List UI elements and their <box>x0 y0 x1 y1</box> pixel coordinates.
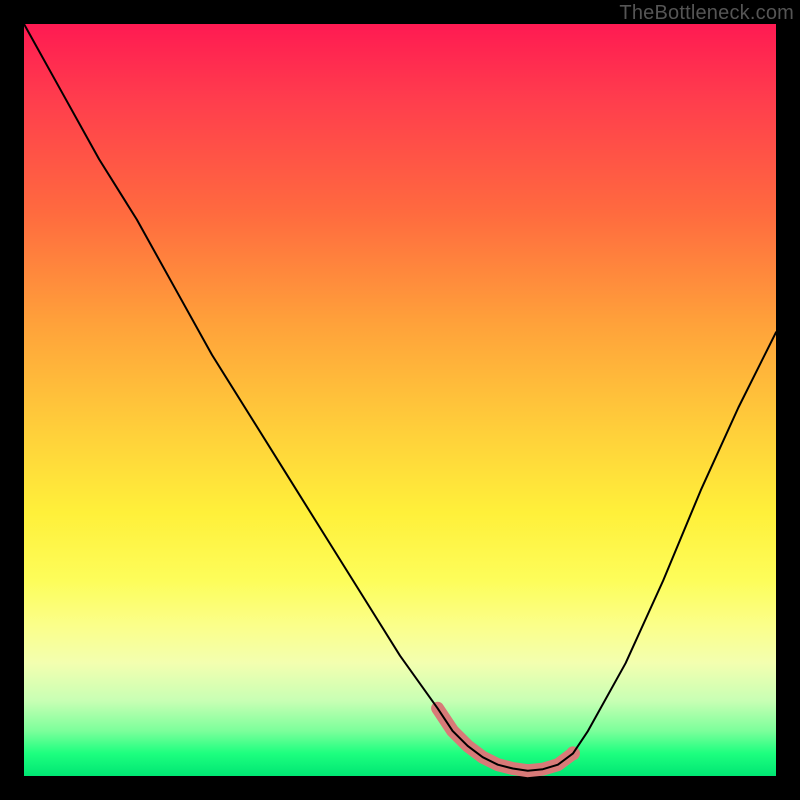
outer-frame: TheBottleneck.com <box>0 0 800 800</box>
bottleneck-curve <box>24 24 776 771</box>
curve-svg <box>24 24 776 776</box>
plot-area <box>24 24 776 776</box>
watermark-text: TheBottleneck.com <box>619 2 794 25</box>
valley-highlight <box>438 708 580 770</box>
